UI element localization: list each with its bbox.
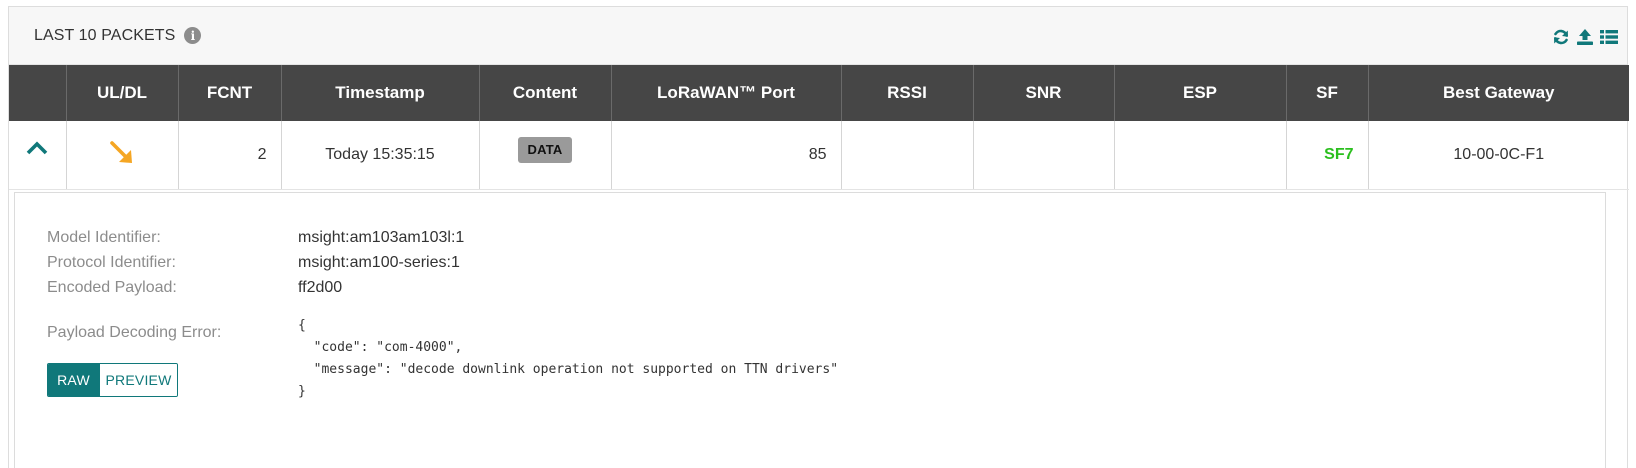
payload-decoding-error-label: Payload Decoding Error:: [47, 324, 222, 341]
view-mode-toggle: RAW PREVIEW: [47, 363, 178, 397]
col-header-esp[interactable]: ESP: [1114, 65, 1287, 121]
rssi-cell: [841, 121, 974, 190]
protocol-identifier-value: msight:am100-series:1: [298, 254, 460, 271]
col-header-rssi[interactable]: RSSI: [841, 65, 974, 121]
table-header-row: UL/DL FCNT Timestamp Content LoRaWAN™ Po…: [9, 65, 1629, 121]
fcnt-cell: 2: [178, 121, 282, 190]
encoded-payload-label: Encoded Payload:: [47, 279, 177, 296]
table-row[interactable]: 2 Today 15:35:15 DATA 85 SF7 10-00-0C-F1: [9, 121, 1629, 190]
chevron-up-icon[interactable]: [25, 140, 49, 163]
preview-button[interactable]: PREVIEW: [99, 364, 177, 396]
expand-cell[interactable]: [9, 121, 67, 190]
esp-cell: [1114, 121, 1287, 190]
timestamp-cell: Today 15:35:15: [281, 121, 480, 190]
col-header-expand: [9, 65, 67, 121]
col-header-port[interactable]: LoRaWAN™ Port: [611, 65, 842, 121]
model-identifier-label: Model Identifier:: [47, 229, 161, 246]
panel-header: LAST 10 PACKETS i: [9, 7, 1627, 65]
col-header-content[interactable]: Content: [479, 65, 612, 121]
content-cell: DATA: [479, 121, 612, 190]
refresh-icon[interactable]: [1551, 27, 1571, 47]
raw-button[interactable]: RAW: [48, 364, 99, 396]
packets-table: UL/DL FCNT Timestamp Content LoRaWAN™ Po…: [9, 65, 1629, 190]
col-header-fcnt[interactable]: FCNT: [178, 65, 282, 121]
panel-title: LAST 10 PACKETS: [34, 26, 176, 44]
packet-detail-panel: Model Identifier: msight:am103am103l:1 P…: [14, 192, 1606, 468]
protocol-identifier-label: Protocol Identifier:: [47, 254, 176, 271]
info-circle-icon[interactable]: i: [184, 27, 202, 44]
col-header-uldl[interactable]: UL/DL: [66, 65, 179, 121]
panel-title-wrap: LAST 10 PACKETS i: [34, 26, 202, 45]
upload-icon[interactable]: [1575, 27, 1595, 47]
direction-cell: [66, 121, 179, 190]
sf-cell: SF7: [1286, 121, 1369, 190]
col-header-sf[interactable]: SF: [1286, 65, 1369, 121]
list-icon[interactable]: [1599, 27, 1619, 47]
arrow-down-right-icon: [109, 140, 135, 163]
payload-decoding-error-json: { "code": "com-4000", "message": "decode…: [298, 318, 839, 399]
col-header-timestamp[interactable]: Timestamp: [281, 65, 480, 121]
encoded-payload-value: ff2d00: [298, 279, 343, 296]
content-badge: DATA: [517, 136, 573, 163]
model-identifier-value: msight:am103am103l:1: [298, 229, 465, 246]
snr-cell: [973, 121, 1115, 190]
col-header-gateway[interactable]: Best Gateway: [1368, 65, 1629, 121]
sf-value: SF7: [1324, 145, 1354, 163]
port-cell: 85: [611, 121, 842, 190]
col-header-snr[interactable]: SNR: [973, 65, 1115, 121]
header-toolbar: [1551, 25, 1619, 47]
gateway-cell: 10-00-0C-F1: [1368, 121, 1629, 190]
